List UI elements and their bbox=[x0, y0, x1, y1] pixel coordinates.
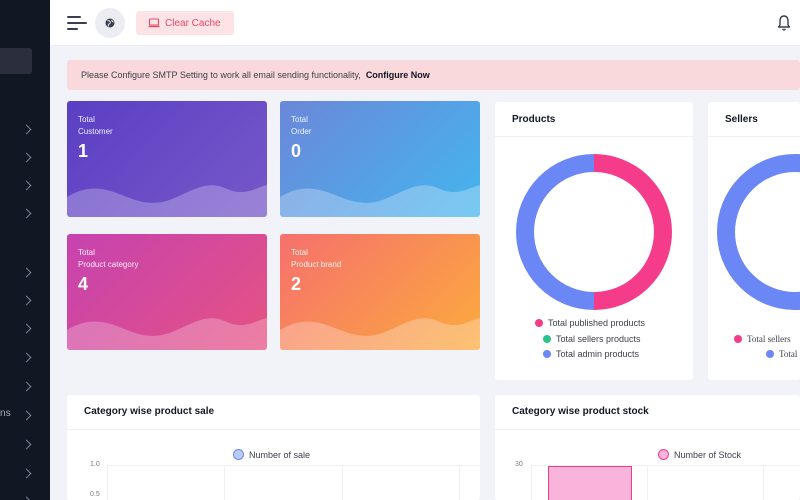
laptop-icon bbox=[148, 18, 160, 28]
category-stock-panel: Category wise product stock Number of St… bbox=[495, 395, 800, 500]
legend-swatch bbox=[658, 449, 669, 460]
legend-item[interactable]: Number of Stock bbox=[658, 449, 741, 460]
sidebar-item[interactable] bbox=[0, 265, 50, 285]
panel-title: Products bbox=[512, 114, 556, 125]
bell-icon[interactable] bbox=[777, 14, 791, 32]
legend-item[interactable]: Total admin products bbox=[543, 349, 639, 359]
wave-decoration bbox=[67, 185, 267, 217]
sidebar-item[interactable] bbox=[0, 150, 50, 170]
pie-slice[interactable] bbox=[593, 154, 672, 310]
sidebar-item[interactable] bbox=[0, 321, 50, 341]
legend-swatch bbox=[233, 449, 244, 460]
category-sale-panel: Category wise product sale Number of sal… bbox=[67, 395, 480, 500]
pie-slice[interactable] bbox=[516, 154, 595, 310]
legend-swatch bbox=[535, 319, 543, 327]
legend-item[interactable]: Total published products bbox=[535, 318, 645, 328]
hamburger-icon[interactable] bbox=[67, 14, 87, 32]
stat-card-order: Total Order 0 bbox=[280, 101, 480, 217]
legend-swatch bbox=[543, 350, 551, 358]
sidebar-item[interactable] bbox=[0, 178, 50, 198]
stat-label: Total Product category bbox=[78, 248, 139, 269]
sellers-panel: Sellers Total sellers Total p bbox=[708, 102, 800, 380]
stat-card-customer: Total Customer 1 bbox=[67, 101, 267, 217]
chevron-right-icon bbox=[21, 323, 32, 334]
clear-cache-button[interactable]: Clear Cache bbox=[136, 11, 234, 35]
products-donut-chart bbox=[516, 154, 672, 310]
sidebar-item[interactable] bbox=[0, 466, 50, 486]
sidebar-item[interactable] bbox=[0, 494, 50, 500]
configure-now-link[interactable]: Configure Now bbox=[366, 70, 430, 80]
sidebar: ns bbox=[0, 0, 50, 500]
panel-title: Category wise product stock bbox=[512, 406, 649, 417]
legend-item[interactable]: Total p bbox=[766, 349, 800, 359]
chevron-right-icon bbox=[21, 295, 32, 306]
wave-decoration bbox=[280, 185, 480, 217]
stat-value: 2 bbox=[291, 274, 302, 294]
chevron-right-icon bbox=[21, 496, 32, 500]
sidebar-item[interactable] bbox=[0, 379, 50, 399]
smtp-alert: Please Configure SMTP Setting to work al… bbox=[67, 60, 800, 90]
sidebar-item-active[interactable] bbox=[0, 48, 32, 74]
stat-value: 0 bbox=[291, 141, 302, 161]
sidebar-item[interactable] bbox=[0, 437, 50, 457]
chevron-right-icon bbox=[21, 352, 32, 363]
chevron-right-icon bbox=[21, 468, 32, 479]
panel-title: Sellers bbox=[725, 114, 758, 125]
sidebar-item[interactable] bbox=[0, 206, 50, 226]
chevron-right-icon bbox=[21, 410, 32, 421]
stat-label: Total Product brand bbox=[291, 248, 342, 269]
sidebar-item-label[interactable]: ns bbox=[0, 408, 11, 419]
stat-label: Total Order bbox=[291, 115, 312, 136]
legend-item[interactable]: Total sellers products bbox=[543, 334, 641, 344]
stat-card-product-brand: Total Product brand 2 bbox=[280, 234, 480, 350]
chevron-right-icon bbox=[21, 208, 32, 219]
legend-item[interactable]: Number of sale bbox=[233, 449, 310, 460]
sellers-donut-chart bbox=[717, 154, 800, 310]
chevron-right-icon bbox=[21, 381, 32, 392]
stat-label: Total Customer bbox=[78, 115, 113, 136]
pie-slice[interactable] bbox=[717, 154, 800, 310]
legend-item[interactable]: Total sellers bbox=[734, 334, 791, 344]
sidebar-item[interactable] bbox=[0, 350, 50, 370]
products-panel: Products Total published products Total … bbox=[495, 102, 693, 380]
stat-value: 4 bbox=[78, 274, 89, 294]
sidebar-item[interactable] bbox=[0, 122, 50, 142]
wave-decoration bbox=[67, 318, 267, 350]
clear-cache-label: Clear Cache bbox=[165, 17, 221, 29]
y-tick-label: 1.0 bbox=[90, 461, 100, 468]
stat-value: 1 bbox=[78, 141, 89, 161]
legend-swatch bbox=[543, 335, 551, 343]
legend-swatch bbox=[734, 335, 742, 343]
wave-decoration bbox=[280, 318, 480, 350]
top-header: Clear Cache bbox=[50, 0, 800, 46]
globe-icon bbox=[105, 18, 115, 28]
chevron-right-icon bbox=[21, 439, 32, 450]
legend-swatch bbox=[766, 350, 774, 358]
sidebar-item[interactable] bbox=[0, 293, 50, 313]
chevron-right-icon bbox=[21, 152, 32, 163]
alert-message: Please Configure SMTP Setting to work al… bbox=[81, 70, 361, 80]
bar[interactable] bbox=[548, 466, 632, 500]
panel-title: Category wise product sale bbox=[84, 406, 215, 417]
chevron-right-icon bbox=[21, 180, 32, 191]
chevron-right-icon bbox=[21, 124, 32, 135]
chevron-right-icon bbox=[21, 267, 32, 278]
language-button[interactable] bbox=[95, 8, 125, 38]
stat-card-product-category: Total Product category 4 bbox=[67, 234, 267, 350]
y-tick-label: 0.5 bbox=[90, 491, 100, 498]
y-tick-label: 30 bbox=[515, 461, 523, 468]
